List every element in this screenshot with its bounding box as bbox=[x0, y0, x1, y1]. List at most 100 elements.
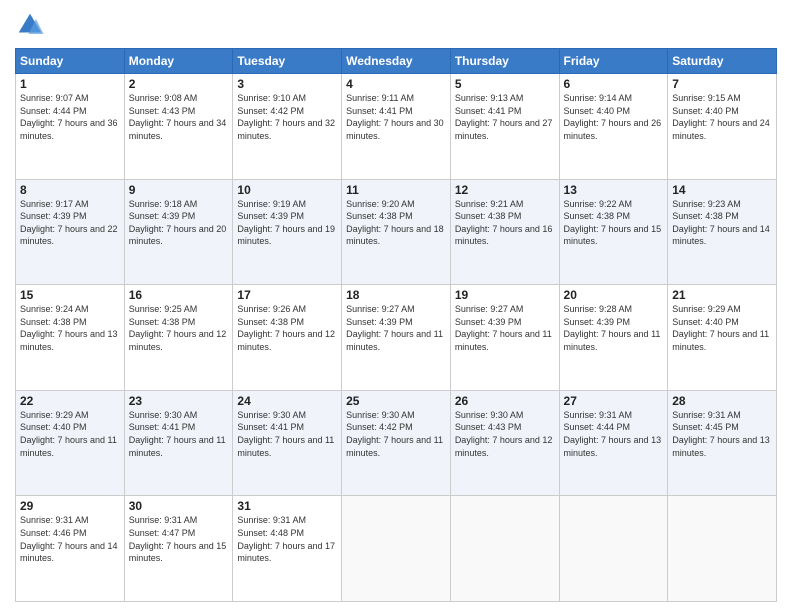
day-info: Sunrise: 9:31 AM Sunset: 4:47 PM Dayligh… bbox=[129, 514, 229, 564]
day-info: Sunrise: 9:15 AM Sunset: 4:40 PM Dayligh… bbox=[672, 92, 772, 142]
day-info: Sunrise: 9:30 AM Sunset: 4:41 PM Dayligh… bbox=[237, 409, 337, 459]
header bbox=[15, 10, 777, 40]
calendar-cell: 29Sunrise: 9:31 AM Sunset: 4:46 PM Dayli… bbox=[16, 496, 125, 602]
calendar-cell: 6Sunrise: 9:14 AM Sunset: 4:40 PM Daylig… bbox=[559, 74, 668, 180]
calendar-cell: 1Sunrise: 9:07 AM Sunset: 4:44 PM Daylig… bbox=[16, 74, 125, 180]
day-number: 23 bbox=[129, 394, 229, 408]
day-number: 6 bbox=[564, 77, 664, 91]
weekday-header-friday: Friday bbox=[559, 49, 668, 74]
calendar-cell: 15Sunrise: 9:24 AM Sunset: 4:38 PM Dayli… bbox=[16, 285, 125, 391]
calendar-cell: 13Sunrise: 9:22 AM Sunset: 4:38 PM Dayli… bbox=[559, 179, 668, 285]
day-number: 28 bbox=[672, 394, 772, 408]
day-info: Sunrise: 9:08 AM Sunset: 4:43 PM Dayligh… bbox=[129, 92, 229, 142]
day-info: Sunrise: 9:27 AM Sunset: 4:39 PM Dayligh… bbox=[346, 303, 446, 353]
weekday-header-saturday: Saturday bbox=[668, 49, 777, 74]
calendar-cell: 5Sunrise: 9:13 AM Sunset: 4:41 PM Daylig… bbox=[450, 74, 559, 180]
logo-icon bbox=[15, 10, 45, 40]
day-info: Sunrise: 9:21 AM Sunset: 4:38 PM Dayligh… bbox=[455, 198, 555, 248]
day-info: Sunrise: 9:07 AM Sunset: 4:44 PM Dayligh… bbox=[20, 92, 120, 142]
day-info: Sunrise: 9:10 AM Sunset: 4:42 PM Dayligh… bbox=[237, 92, 337, 142]
calendar-cell: 10Sunrise: 9:19 AM Sunset: 4:39 PM Dayli… bbox=[233, 179, 342, 285]
calendar-cell: 3Sunrise: 9:10 AM Sunset: 4:42 PM Daylig… bbox=[233, 74, 342, 180]
day-number: 22 bbox=[20, 394, 120, 408]
calendar-cell: 30Sunrise: 9:31 AM Sunset: 4:47 PM Dayli… bbox=[124, 496, 233, 602]
day-number: 12 bbox=[455, 183, 555, 197]
calendar-week-1: 1Sunrise: 9:07 AM Sunset: 4:44 PM Daylig… bbox=[16, 74, 777, 180]
calendar-cell: 22Sunrise: 9:29 AM Sunset: 4:40 PM Dayli… bbox=[16, 390, 125, 496]
day-number: 30 bbox=[129, 499, 229, 513]
calendar-cell bbox=[559, 496, 668, 602]
calendar-cell: 4Sunrise: 9:11 AM Sunset: 4:41 PM Daylig… bbox=[342, 74, 451, 180]
day-number: 29 bbox=[20, 499, 120, 513]
day-number: 9 bbox=[129, 183, 229, 197]
day-number: 1 bbox=[20, 77, 120, 91]
calendar-cell: 27Sunrise: 9:31 AM Sunset: 4:44 PM Dayli… bbox=[559, 390, 668, 496]
day-info: Sunrise: 9:30 AM Sunset: 4:42 PM Dayligh… bbox=[346, 409, 446, 459]
day-info: Sunrise: 9:31 AM Sunset: 4:45 PM Dayligh… bbox=[672, 409, 772, 459]
calendar-cell: 12Sunrise: 9:21 AM Sunset: 4:38 PM Dayli… bbox=[450, 179, 559, 285]
day-number: 11 bbox=[346, 183, 446, 197]
day-number: 13 bbox=[564, 183, 664, 197]
day-number: 7 bbox=[672, 77, 772, 91]
weekday-header-thursday: Thursday bbox=[450, 49, 559, 74]
day-number: 31 bbox=[237, 499, 337, 513]
weekday-header-wednesday: Wednesday bbox=[342, 49, 451, 74]
day-number: 19 bbox=[455, 288, 555, 302]
day-number: 15 bbox=[20, 288, 120, 302]
day-number: 27 bbox=[564, 394, 664, 408]
day-number: 8 bbox=[20, 183, 120, 197]
calendar-cell: 7Sunrise: 9:15 AM Sunset: 4:40 PM Daylig… bbox=[668, 74, 777, 180]
day-info: Sunrise: 9:25 AM Sunset: 4:38 PM Dayligh… bbox=[129, 303, 229, 353]
calendar-cell: 24Sunrise: 9:30 AM Sunset: 4:41 PM Dayli… bbox=[233, 390, 342, 496]
calendar-week-2: 8Sunrise: 9:17 AM Sunset: 4:39 PM Daylig… bbox=[16, 179, 777, 285]
calendar-body: 1Sunrise: 9:07 AM Sunset: 4:44 PM Daylig… bbox=[16, 74, 777, 602]
day-number: 2 bbox=[129, 77, 229, 91]
day-info: Sunrise: 9:23 AM Sunset: 4:38 PM Dayligh… bbox=[672, 198, 772, 248]
day-number: 24 bbox=[237, 394, 337, 408]
calendar-cell bbox=[450, 496, 559, 602]
day-info: Sunrise: 9:29 AM Sunset: 4:40 PM Dayligh… bbox=[672, 303, 772, 353]
calendar-cell: 14Sunrise: 9:23 AM Sunset: 4:38 PM Dayli… bbox=[668, 179, 777, 285]
day-number: 25 bbox=[346, 394, 446, 408]
day-info: Sunrise: 9:28 AM Sunset: 4:39 PM Dayligh… bbox=[564, 303, 664, 353]
day-number: 17 bbox=[237, 288, 337, 302]
day-info: Sunrise: 9:31 AM Sunset: 4:46 PM Dayligh… bbox=[20, 514, 120, 564]
calendar-cell: 2Sunrise: 9:08 AM Sunset: 4:43 PM Daylig… bbox=[124, 74, 233, 180]
calendar-cell: 28Sunrise: 9:31 AM Sunset: 4:45 PM Dayli… bbox=[668, 390, 777, 496]
weekday-header-sunday: Sunday bbox=[16, 49, 125, 74]
calendar-cell: 9Sunrise: 9:18 AM Sunset: 4:39 PM Daylig… bbox=[124, 179, 233, 285]
calendar-cell: 20Sunrise: 9:28 AM Sunset: 4:39 PM Dayli… bbox=[559, 285, 668, 391]
day-info: Sunrise: 9:20 AM Sunset: 4:38 PM Dayligh… bbox=[346, 198, 446, 248]
day-info: Sunrise: 9:30 AM Sunset: 4:43 PM Dayligh… bbox=[455, 409, 555, 459]
day-info: Sunrise: 9:19 AM Sunset: 4:39 PM Dayligh… bbox=[237, 198, 337, 248]
day-info: Sunrise: 9:29 AM Sunset: 4:40 PM Dayligh… bbox=[20, 409, 120, 459]
day-info: Sunrise: 9:13 AM Sunset: 4:41 PM Dayligh… bbox=[455, 92, 555, 142]
calendar-cell: 31Sunrise: 9:31 AM Sunset: 4:48 PM Dayli… bbox=[233, 496, 342, 602]
day-info: Sunrise: 9:22 AM Sunset: 4:38 PM Dayligh… bbox=[564, 198, 664, 248]
day-number: 20 bbox=[564, 288, 664, 302]
calendar-cell: 8Sunrise: 9:17 AM Sunset: 4:39 PM Daylig… bbox=[16, 179, 125, 285]
calendar-cell: 21Sunrise: 9:29 AM Sunset: 4:40 PM Dayli… bbox=[668, 285, 777, 391]
calendar-table: SundayMondayTuesdayWednesdayThursdayFrid… bbox=[15, 48, 777, 602]
calendar-cell: 11Sunrise: 9:20 AM Sunset: 4:38 PM Dayli… bbox=[342, 179, 451, 285]
day-info: Sunrise: 9:31 AM Sunset: 4:44 PM Dayligh… bbox=[564, 409, 664, 459]
day-info: Sunrise: 9:27 AM Sunset: 4:39 PM Dayligh… bbox=[455, 303, 555, 353]
calendar-week-3: 15Sunrise: 9:24 AM Sunset: 4:38 PM Dayli… bbox=[16, 285, 777, 391]
weekday-header-monday: Monday bbox=[124, 49, 233, 74]
calendar-cell: 18Sunrise: 9:27 AM Sunset: 4:39 PM Dayli… bbox=[342, 285, 451, 391]
day-info: Sunrise: 9:30 AM Sunset: 4:41 PM Dayligh… bbox=[129, 409, 229, 459]
day-number: 21 bbox=[672, 288, 772, 302]
day-info: Sunrise: 9:11 AM Sunset: 4:41 PM Dayligh… bbox=[346, 92, 446, 142]
calendar-cell: 26Sunrise: 9:30 AM Sunset: 4:43 PM Dayli… bbox=[450, 390, 559, 496]
logo bbox=[15, 10, 49, 40]
day-info: Sunrise: 9:14 AM Sunset: 4:40 PM Dayligh… bbox=[564, 92, 664, 142]
day-number: 18 bbox=[346, 288, 446, 302]
calendar-cell: 23Sunrise: 9:30 AM Sunset: 4:41 PM Dayli… bbox=[124, 390, 233, 496]
day-number: 5 bbox=[455, 77, 555, 91]
calendar-cell: 19Sunrise: 9:27 AM Sunset: 4:39 PM Dayli… bbox=[450, 285, 559, 391]
day-number: 3 bbox=[237, 77, 337, 91]
day-info: Sunrise: 9:24 AM Sunset: 4:38 PM Dayligh… bbox=[20, 303, 120, 353]
calendar-cell: 16Sunrise: 9:25 AM Sunset: 4:38 PM Dayli… bbox=[124, 285, 233, 391]
day-info: Sunrise: 9:26 AM Sunset: 4:38 PM Dayligh… bbox=[237, 303, 337, 353]
weekday-header-row: SundayMondayTuesdayWednesdayThursdayFrid… bbox=[16, 49, 777, 74]
